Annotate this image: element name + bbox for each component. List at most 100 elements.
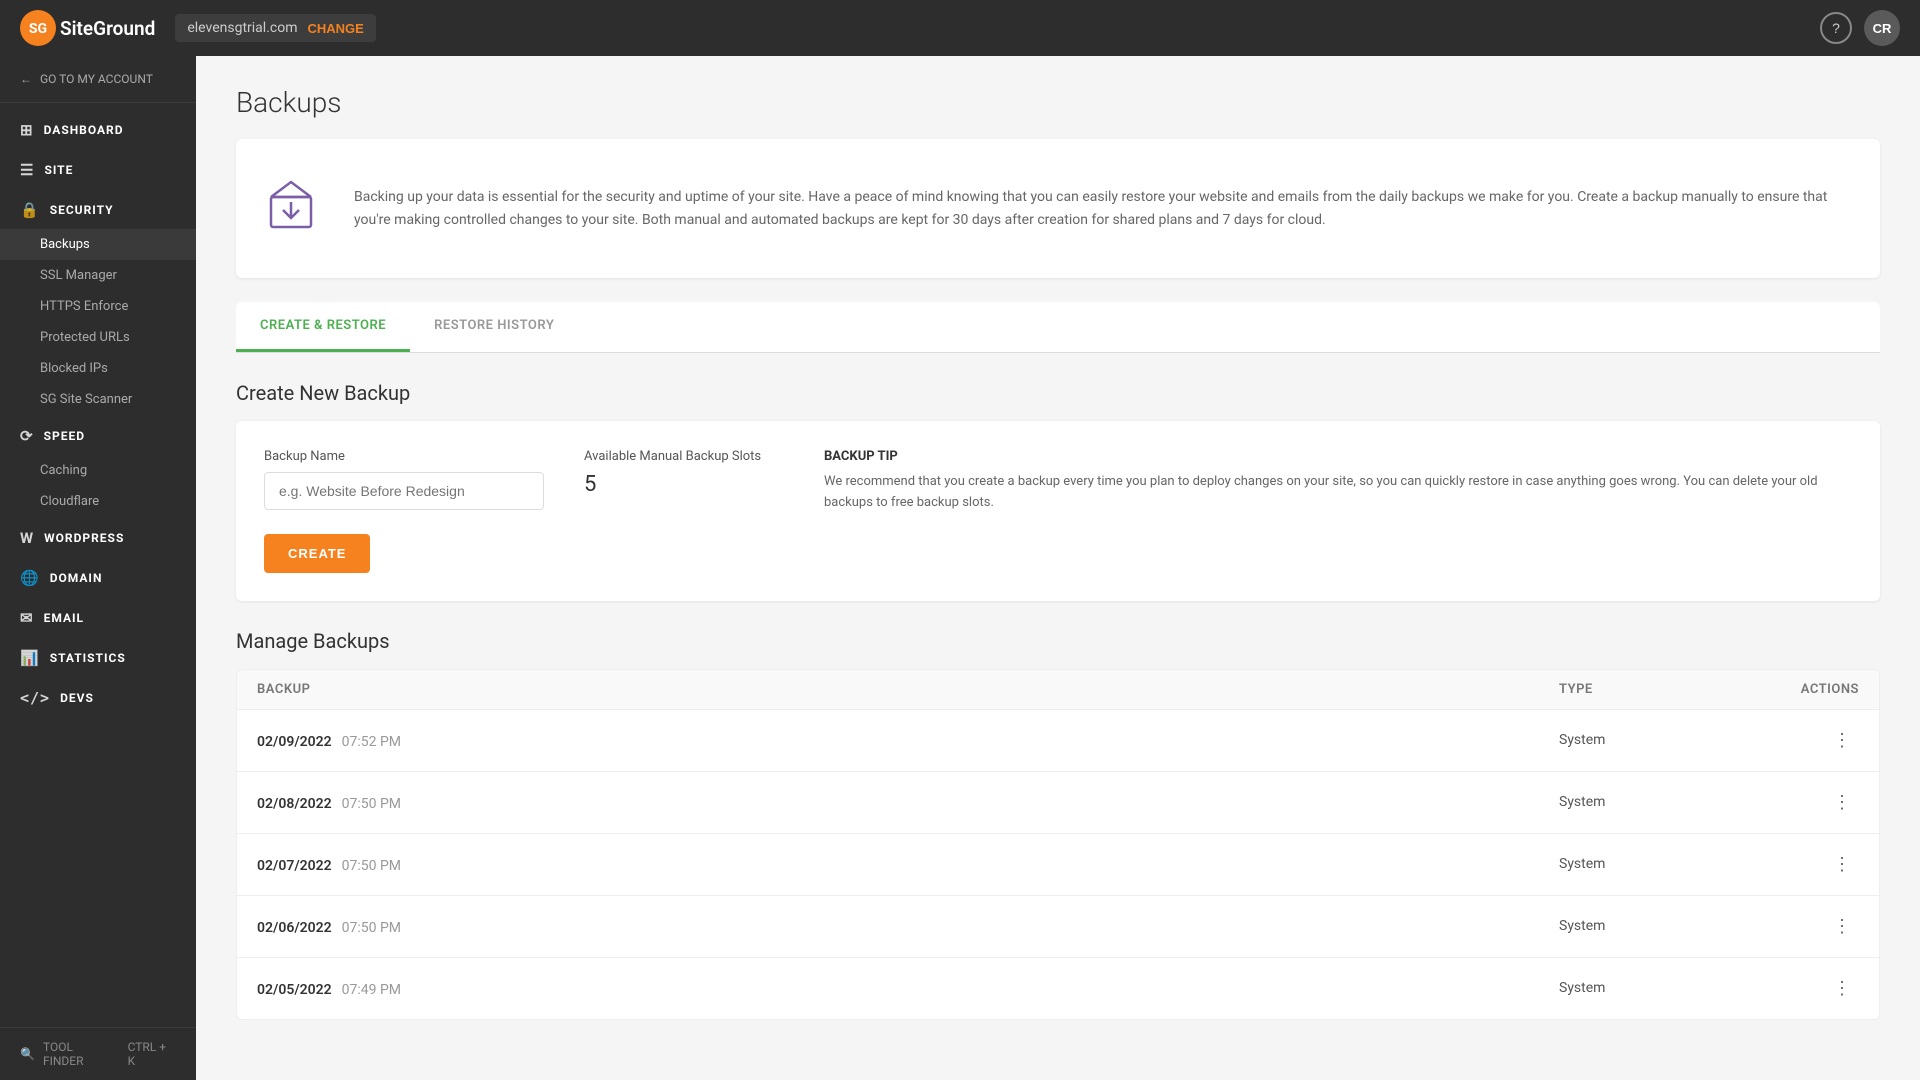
more-options-button[interactable]: ⋮ [1825,850,1859,879]
backup-type-cell: System [1559,980,1759,996]
sidebar-item-label: DASHBOARD [44,123,124,137]
tabs: CREATE & RESTORE RESTORE HISTORY [236,302,1880,353]
backup-tip-title: BACKUP TIP [824,449,1852,464]
col-backup: Backup [257,682,1559,697]
sidebar-item-label: STATISTICS [50,651,126,665]
logo: SG SiteGround [20,10,155,46]
backup-date: 02/06/2022 [257,920,332,936]
siteground-logo-icon: SG [20,10,56,46]
backup-name-group: Backup Name [264,449,544,510]
row-actions: ⋮ [1759,726,1859,755]
backup-date-cell: 02/08/2022 07:50 PM [257,793,1559,812]
user-avatar-button[interactable]: CR [1864,10,1900,46]
site-name: elevensgtrial.com [187,20,297,36]
sidebar-item-speed[interactable]: ⟳ SPEED [0,415,196,455]
cloudflare-label: Cloudflare [40,494,99,509]
backup-time: 07:52 PM [342,734,401,750]
backup-tip-group: BACKUP TIP We recommend that you create … [824,449,1852,514]
backups-table: Backup Type Actions 02/09/2022 07:52 PM … [236,669,1880,1020]
backup-type-cell: System [1559,732,1759,748]
backup-date: 02/08/2022 [257,796,332,812]
sidebar-item-wordpress[interactable]: W WORDPRESS [0,517,196,557]
main-layout: ← GO TO MY ACCOUNT ⊞ DASHBOARD ☰ SITE 🔒 … [0,56,1920,1080]
sidebar-item-site[interactable]: ☰ SITE [0,149,196,189]
tab-create-restore[interactable]: CREATE & RESTORE [236,302,410,352]
backup-date-cell: 02/09/2022 07:52 PM [257,731,1559,750]
wordpress-icon: W [20,529,34,547]
more-options-button[interactable]: ⋮ [1825,726,1859,755]
backup-icon [256,167,326,250]
backup-type-cell: System [1559,794,1759,810]
go-to-account-link[interactable]: ← GO TO MY ACCOUNT [0,56,196,103]
manage-backups-title: Manage Backups [236,629,1880,653]
backup-type-cell: System [1559,918,1759,934]
backup-time: 07:50 PM [342,858,401,874]
security-icon: 🔒 [20,201,40,219]
sidebar-item-label: DOMAIN [50,571,103,585]
speed-icon: ⟳ [20,427,34,445]
backup-tip-text: We recommend that you create a backup ev… [824,472,1852,514]
help-button[interactable]: ? [1820,12,1852,44]
info-text: Backing up your data is essential for th… [354,186,1852,231]
sidebar-item-email[interactable]: ✉ EMAIL [0,597,196,637]
search-icon: 🔍 [20,1047,35,1061]
sidebar-item-sg-site-scanner[interactable]: SG Site Scanner [0,384,196,415]
main-content: Backups Backing up your data is essentia… [196,56,1920,1080]
sidebar-item-cloudflare[interactable]: Cloudflare [0,486,196,517]
sidebar-item-backups[interactable]: Backups [0,229,196,260]
backup-name-label: Backup Name [264,449,544,464]
statistics-icon: 📊 [20,649,40,667]
more-options-button[interactable]: ⋮ [1825,912,1859,941]
site-icon: ☰ [20,161,34,179]
sidebar-item-dashboard[interactable]: ⊞ DASHBOARD [0,109,196,149]
email-icon: ✉ [20,609,34,627]
backup-date: 02/05/2022 [257,982,332,998]
top-navigation: SG SiteGround elevensgtrial.com CHANGE ?… [0,0,1920,56]
backup-date-cell: 02/07/2022 07:50 PM [257,855,1559,874]
dashboard-icon: ⊞ [20,121,34,139]
svg-text:SG: SG [29,21,47,37]
tool-finder-label: TOOL FINDER [43,1040,116,1068]
backup-date: 02/07/2022 [257,858,332,874]
backup-date-cell: 02/06/2022 07:50 PM [257,917,1559,936]
sidebar-item-caching[interactable]: Caching [0,455,196,486]
domain-icon: 🌐 [20,569,40,587]
row-actions: ⋮ [1759,974,1859,1003]
more-options-button[interactable]: ⋮ [1825,974,1859,1003]
slots-group: Available Manual Backup Slots 5 [584,449,784,497]
create-form-row: Backup Name Available Manual Backup Slot… [264,449,1852,514]
sidebar-item-statistics[interactable]: 📊 STATISTICS [0,637,196,677]
row-actions: ⋮ [1759,788,1859,817]
sidebar-item-security[interactable]: 🔒 SECURITY [0,189,196,229]
table-row: 02/05/2022 07:49 PM System ⋮ [236,958,1880,1020]
sidebar-item-label: EMAIL [44,611,84,625]
sidebar-item-blocked-ips[interactable]: Blocked IPs [0,353,196,384]
slots-label: Available Manual Backup Slots [584,449,784,464]
more-options-button[interactable]: ⋮ [1825,788,1859,817]
tab-restore-history[interactable]: RESTORE HISTORY [410,302,578,352]
sidebar-item-protected-urls[interactable]: Protected URLs [0,322,196,353]
ssl-manager-label: SSL Manager [40,268,117,283]
sidebar-item-ssl-manager[interactable]: SSL Manager [0,260,196,291]
sidebar-item-devs[interactable]: </> DEVS [0,677,196,717]
backup-time: 07:49 PM [342,982,401,998]
question-mark-icon: ? [1832,20,1840,36]
caching-label: Caching [40,463,87,478]
sidebar-item-label: DEVS [60,691,94,705]
sidebar-item-domain[interactable]: 🌐 DOMAIN [0,557,196,597]
backup-name-input[interactable] [264,472,544,510]
table-row: 02/06/2022 07:50 PM System ⋮ [236,896,1880,958]
sidebar-item-https-enforce[interactable]: HTTPS Enforce [0,291,196,322]
tool-finder[interactable]: 🔍 TOOL FINDER CTRL + K [0,1027,196,1080]
arrow-left-icon: ← [20,72,32,86]
sidebar-section-main: ⊞ DASHBOARD ☰ SITE 🔒 SECURITY Backups SS… [0,103,196,723]
sidebar-item-label: WORDPRESS [44,531,124,545]
backup-date: 02/09/2022 [257,734,332,750]
backup-type-cell: System [1559,856,1759,872]
protected-urls-label: Protected URLs [40,330,130,345]
create-backup-button[interactable]: CREATE [264,534,370,573]
change-site-button[interactable]: CHANGE [307,21,363,36]
create-backup-title: Create New Backup [236,381,1880,405]
col-actions: Actions [1759,682,1859,697]
site-selector[interactable]: elevensgtrial.com CHANGE [175,14,375,42]
